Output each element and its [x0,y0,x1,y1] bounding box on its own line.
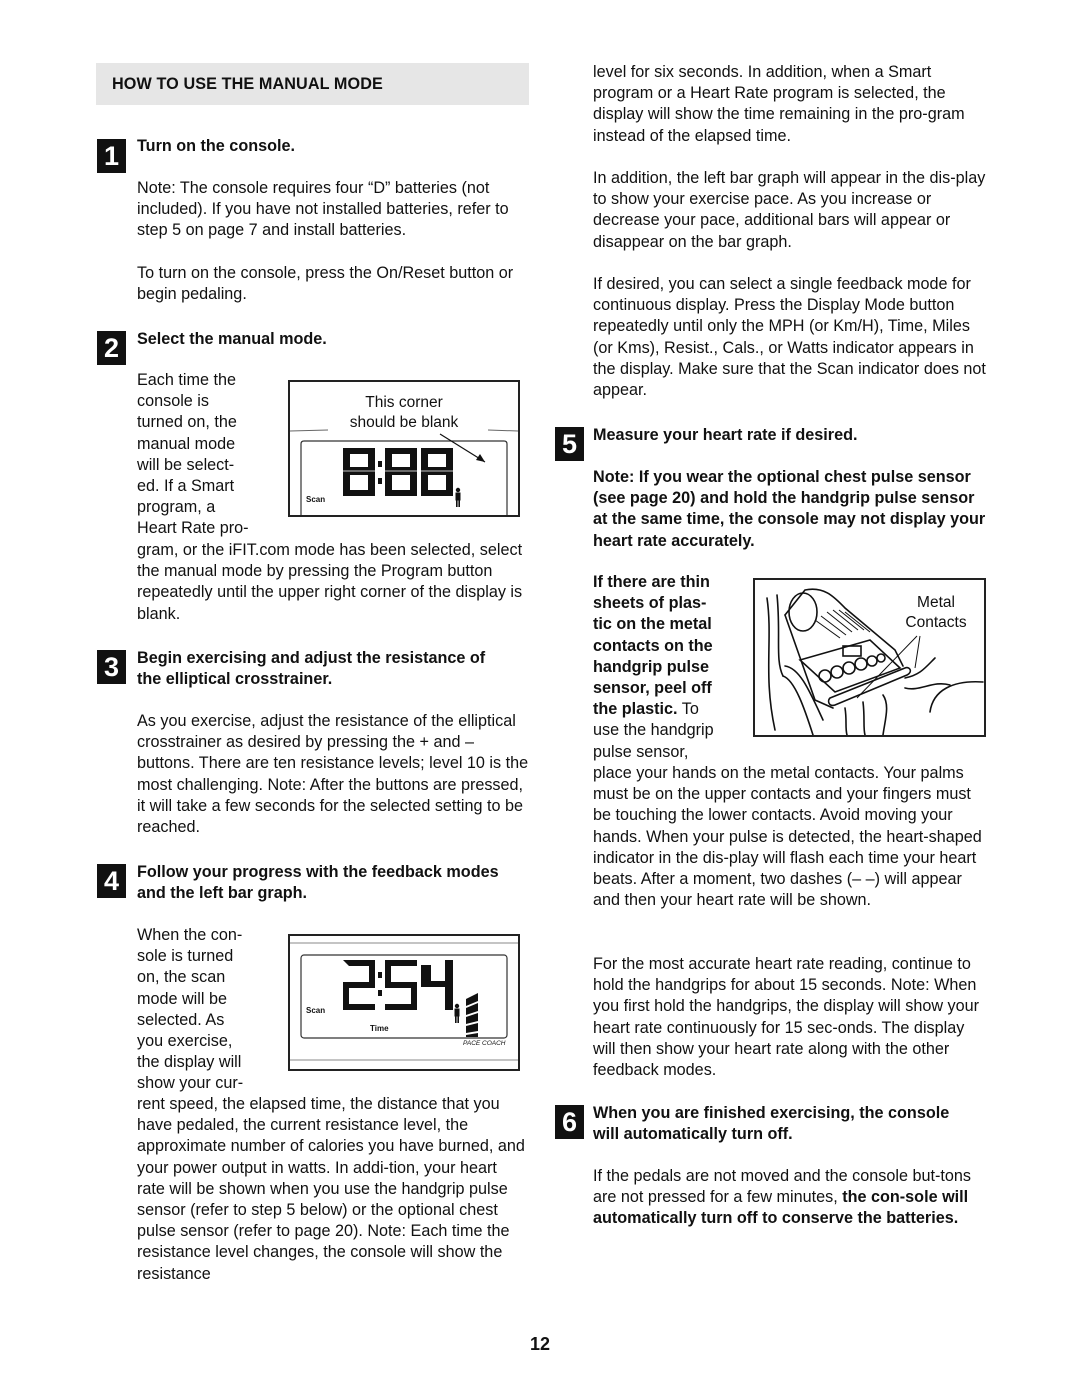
text-line: show your cur- [137,1074,244,1093]
scan-indicator-label: Scan [306,1006,326,1015]
text-line: pulse sensor, [593,742,689,761]
person-icon [454,1003,460,1023]
lcd-digits-254 [343,960,453,1010]
text-line: If there are thin [593,573,710,591]
step-4-wrap-text: When the con- sole is turned on, the sca… [137,925,287,1095]
text-line-tail: To [677,700,699,719]
step-number-6: 6 [555,1105,584,1139]
person-icon [455,487,461,507]
page-number: 12 [529,1334,551,1354]
handgrip-pulse-sensor-figure: Metal Contacts [753,578,986,737]
text-line: tic on the metal [593,615,712,634]
step-6-paragraph: If the pedals are not moved and the cons… [593,1166,983,1230]
step-5-wrap-text: If there are thin sheets of plas- tic on… [593,572,753,763]
step-number-1: 1 [97,139,126,173]
step-number-5: 5 [555,427,584,461]
step-6-title-line-1: When you are finished exercising, the co… [593,1104,950,1122]
console-display-figure-blank-corner: This corner should be blank Scan [288,380,520,517]
lcd-digits-000 [343,448,453,496]
step-2-title: Select the manual mode. [137,330,327,348]
text-line: on, the scan [137,968,226,987]
step-4-continued-paragraph-1: level for six seconds. In addition, when… [593,63,965,145]
step-5-paragraph-1: place your hands on the metal contacts. … [593,764,982,910]
step-3-paragraph: As you exercise, adjust the resistance o… [137,712,529,837]
text-line: will be select- [137,455,235,474]
step-4-continued-paragraph-2: In addition, the left bar graph will app… [593,169,986,251]
step-2-paragraph: gram, or the iFIT.com mode has been sele… [137,541,523,623]
console-display-illustration [290,942,518,1061]
callout-line-1: This corner [365,394,443,411]
text-line: program, a [137,498,216,517]
callout-arrowhead-icon [476,454,485,462]
step-number-2: 2 [97,331,126,365]
text-line: use the handgrip [593,721,714,740]
step-4-title-line-2: and the left bar graph. [137,884,307,902]
step-6-title-line-2: will automatically turn off. [593,1125,793,1143]
step-1-title: Turn on the console. [137,137,295,155]
text-line: ed. If a Smart [137,477,235,496]
text-line: the display will [137,1053,242,1072]
section-title: HOW TO USE THE MANUAL MODE [112,75,383,93]
text-line: the plastic. [593,700,678,719]
step-5-note: Note: If you wear the optional chest pul… [593,468,986,550]
step-4-continued-paragraph-3: If desired, you can select a single feed… [593,275,986,400]
text-line: sole is turned [137,947,234,966]
scan-indicator-label: Scan [306,495,326,504]
label-line-2: Contacts [905,614,967,631]
step-number-3: 3 [97,650,126,684]
callout-text: This corner should be blank [290,393,518,433]
text-line: sensor, peel off [593,679,712,698]
text-line: selected. As [137,1010,225,1029]
section-header: HOW TO USE THE MANUAL MODE [96,63,529,105]
text-line: manual mode [137,434,236,453]
step-5-paragraph-2: For the most accurate heart rate reading… [593,955,980,1080]
step-3-title-line-2: the elliptical crosstrainer. [137,670,333,688]
text-line: handgrip pulse [593,657,710,676]
console-display-figure-scan: Scan Time PACE COACH [288,934,520,1071]
step-5-title: Measure your heart rate if desired. [593,426,858,444]
time-indicator-label: Time [370,1024,389,1033]
text-line: turned on, the [137,413,237,432]
text-line: sheets of plas- [593,594,707,613]
step-1-paragraph-1: Note: The console requires four “D” batt… [137,179,509,240]
text-line: you exercise, [137,1032,233,1051]
step-4-paragraph: rent speed, the elapsed time, the distan… [137,1095,525,1283]
pace-bar-graph-icon [466,993,478,1037]
text-line: console is [137,392,209,411]
step-2-wrap-text: Each time the console is turned on, the … [137,370,287,540]
text-line: Heart Rate pro- [137,519,249,538]
step-1-paragraph-2: To turn on the console, press the On/Res… [137,264,514,304]
text-line: Each time the [137,371,236,389]
text-line: When the con- [137,926,243,944]
label-line-1: Metal [917,594,955,611]
text-line: mode will be [137,989,227,1008]
step-3-title-line-1: Begin exercising and adjust the resistan… [137,649,486,667]
callout-line-2: should be blank [349,414,459,431]
pace-coach-label: PACE COACH [463,1040,506,1047]
metal-contacts-label: Metal Contacts [893,593,979,633]
step-4-title-line-1: Follow your progress with the feedback m… [137,863,499,881]
text-line: contacts on the [593,636,713,655]
step-number-4: 4 [97,864,126,898]
